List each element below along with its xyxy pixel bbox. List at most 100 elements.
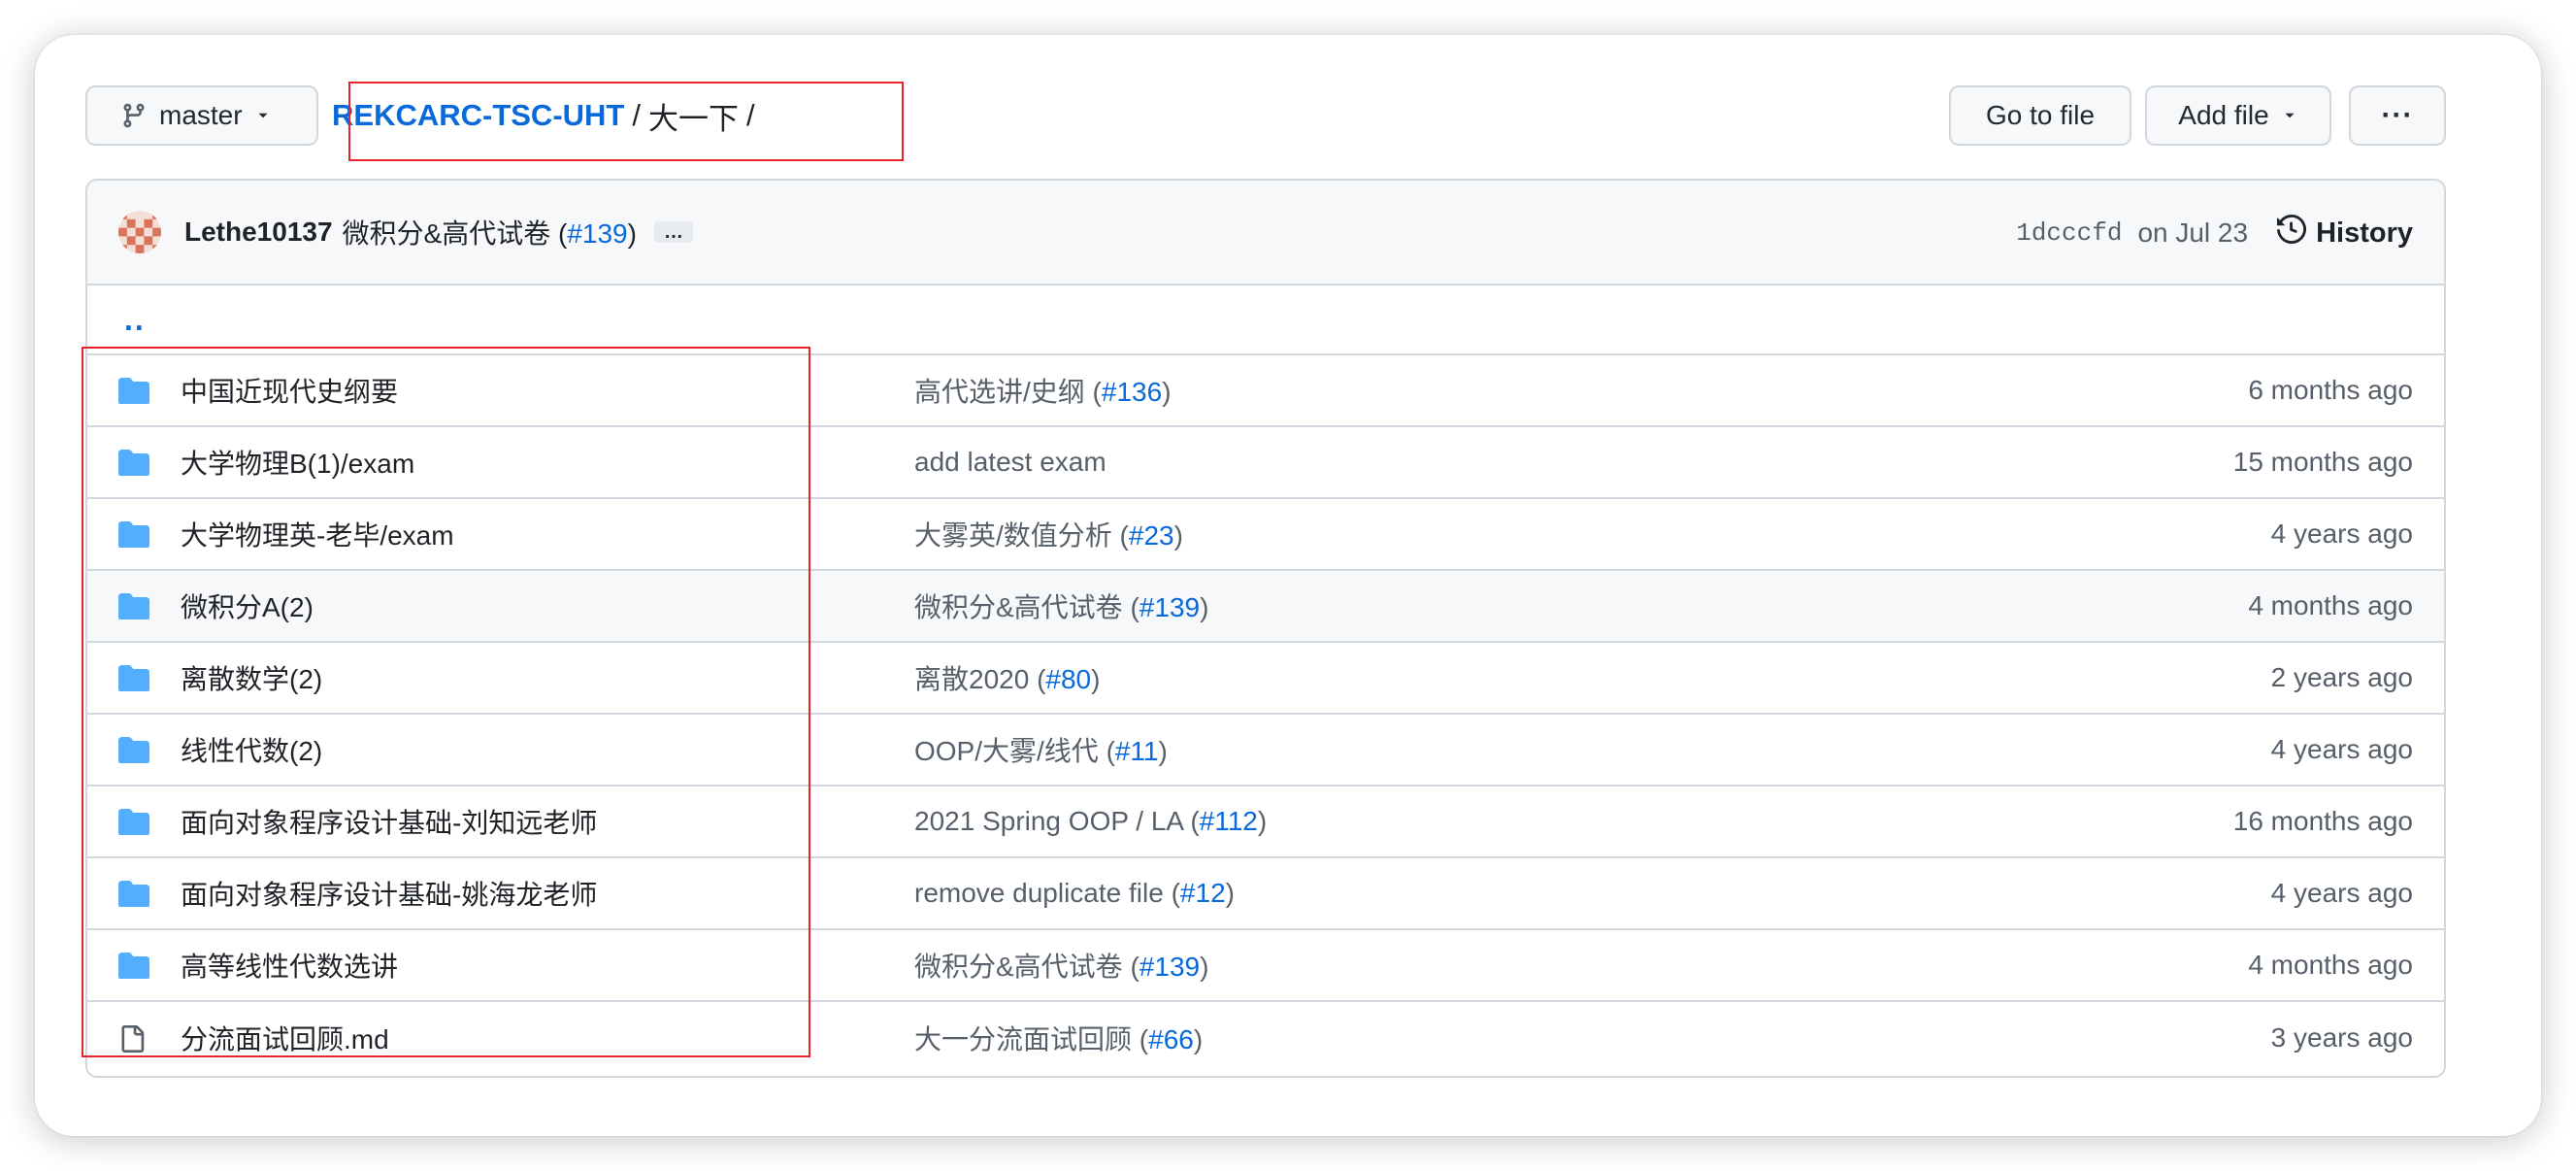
commit-message-link[interactable]: 微积分&高代试卷 (914, 952, 1123, 982)
table-row[interactable]: 线性代数(2) OOP/大雾/线代 (#11) 4 years ago (87, 715, 2444, 786)
file-list: 中国近现代史纲要 高代选讲/史纲 (#136) 6 months ago 大学物理B(… (87, 355, 2444, 1074)
avatar[interactable] (118, 211, 161, 253)
folder-icon (118, 592, 149, 626)
add-file-button[interactable]: Add file (2145, 85, 2331, 146)
kebab-horizontal-icon: ··· (2381, 99, 2414, 131)
paren-open: ( (1132, 1024, 1149, 1054)
paren-close: ) (627, 218, 637, 249)
last-modified-time: 16 months ago (2232, 806, 2413, 836)
file-name-link[interactable]: 大学物理英-老毕/exam (181, 515, 454, 553)
table-row[interactable]: 大学物理B(1)/exam add latest exam 15 months ag… (87, 427, 2444, 499)
table-row[interactable]: 分流面试回顾.md 大一分流面试回顾 (#66) 3 years ago (87, 1002, 2444, 1074)
history-icon (2277, 214, 2307, 251)
folder-icon (118, 377, 149, 411)
table-row[interactable]: 微积分A(2) 微积分&高代试卷 (#139) 4 months ago (87, 571, 2444, 643)
table-row[interactable]: 离散数学(2) 离散2020 (#80) 2 years ago (87, 643, 2444, 715)
commit-message: OOP/大雾/线代 (#11) (914, 730, 1168, 769)
file-name-link[interactable]: 中国近现代史纲要 (181, 371, 398, 410)
pr-link[interactable]: #66 (1148, 1024, 1194, 1054)
go-to-file-label: Go to file (1985, 100, 2096, 130)
parent-directory-link[interactable]: .. (87, 285, 2444, 355)
paren-open: ( (550, 218, 568, 249)
file-name-link[interactable]: 高等线性代数选讲 (181, 946, 398, 985)
last-modified-time: 4 months ago (2248, 590, 2413, 620)
paren-close: ) (1091, 664, 1101, 694)
branch-select-button[interactable]: master (85, 85, 318, 146)
commit-message: 微积分&高代试卷 (#139) (914, 946, 1208, 985)
breadcrumb-repo-link[interactable]: REKCARC-TSC-UHT (332, 98, 624, 133)
pr-link[interactable]: #80 (1045, 664, 1091, 694)
pr-link[interactable]: #112 (1200, 806, 1258, 836)
paren-open: ( (1163, 878, 1180, 908)
paren-close: ) (1162, 377, 1172, 407)
folder-icon (118, 736, 149, 770)
folder-icon (118, 952, 149, 986)
pr-link[interactable]: #23 (1129, 520, 1174, 551)
file-name-link[interactable]: 面向对象程序设计基础-姚海龙老师 (181, 874, 597, 913)
paren-close: ) (1200, 952, 1209, 982)
last-modified-time: 15 months ago (2232, 447, 2413, 477)
commit-author-link[interactable]: Lethe10137 (184, 217, 333, 248)
commit-message: 离散2020 (#80) (914, 658, 1100, 697)
pr-link[interactable]: #139 (1139, 592, 1200, 622)
commit-message-link[interactable]: 2021 Spring OOP / LA (914, 806, 1183, 836)
commit-meta: 1dcccfd on Jul 23 History (2016, 181, 2413, 285)
file-name-link[interactable]: 分流面试回顾.md (181, 1019, 389, 1057)
commit-message-link[interactable]: 高代选讲/史纲 (914, 377, 1085, 407)
commit-message-link[interactable]: 离散2020 (914, 664, 1029, 694)
paren-open: ( (1122, 592, 1139, 622)
commit-message-link[interactable]: 微积分&高代试卷 (914, 592, 1123, 622)
file-icon (118, 1023, 146, 1061)
commit-message: add latest exam (914, 447, 1106, 478)
go-to-file-button[interactable]: Go to file (1949, 85, 2131, 146)
commit-message-link[interactable]: 大雾英/数值分析 (914, 520, 1112, 551)
folder-icon (118, 880, 149, 914)
commit-message-link[interactable]: 大一分流面试回顾 (914, 1024, 1132, 1054)
pr-link[interactable]: #136 (1102, 377, 1162, 407)
file-name-link[interactable]: 微积分A(2) (181, 586, 314, 625)
caret-down-icon (2281, 107, 2298, 124)
table-row[interactable]: 中国近现代史纲要 高代选讲/史纲 (#136) 6 months ago (87, 355, 2444, 427)
folder-icon (118, 808, 149, 842)
paren-close: ) (1193, 1024, 1204, 1054)
commit-message: 大一分流面试回顾 (#66) (914, 1019, 1203, 1057)
last-modified-time: 4 months ago (2248, 950, 2413, 980)
top-bar: master REKCARC-TSC-UHT / 大一下 / Go to fil… (85, 85, 2446, 148)
paren-open: ( (1084, 377, 1102, 407)
file-name-link[interactable]: 离散数学(2) (181, 658, 322, 697)
more-options-button[interactable]: ··· (2349, 85, 2446, 146)
history-link[interactable]: History (2277, 214, 2413, 251)
git-branch-icon (120, 102, 148, 129)
pr-link[interactable]: #12 (1180, 878, 1226, 908)
commit-message: 微积分&高代试卷 (#139) (914, 586, 1208, 625)
commit-message-link[interactable]: add latest exam (914, 447, 1106, 477)
table-row[interactable]: 大学物理英-老毕/exam 大雾英/数值分析 (#23) 4 years ago (87, 499, 2444, 571)
last-modified-time: 4 years ago (2270, 734, 2413, 764)
table-row[interactable]: 面向对象程序设计基础-姚海龙老师 remove duplicate file (#… (87, 858, 2444, 930)
table-row[interactable]: 面向对象程序设计基础-刘知远老师 2021 Spring OOP / LA (#1… (87, 786, 2444, 858)
file-name-link[interactable]: 线性代数(2) (181, 730, 322, 769)
paren-close: ) (1200, 592, 1209, 622)
commit-message-link[interactable]: remove duplicate file (914, 878, 1164, 908)
folder-icon (118, 449, 149, 483)
commit-pr-link[interactable]: #139 (567, 218, 627, 249)
pr-link[interactable]: #11 (1115, 736, 1159, 766)
history-label: History (2316, 217, 2413, 249)
table-row[interactable]: 高等线性代数选讲 微积分&高代试卷 (#139) 4 months ago (87, 930, 2444, 1002)
file-name-link[interactable]: 大学物理B(1)/exam (181, 443, 414, 482)
commit-message: 2021 Spring OOP / LA (#112) (914, 806, 1267, 837)
commit-message-link[interactable]: 微积分&高代试卷 (343, 218, 551, 249)
commit-message-link[interactable]: OOP/大雾/线代 (914, 736, 1099, 766)
file-browser: Lethe10137 微积分&高代试卷 (#139) … 1dcccfd on … (85, 179, 2446, 1078)
commit-message: remove duplicate file (#12) (914, 878, 1235, 909)
paren-open: ( (1111, 520, 1129, 551)
commit-message: 高代选讲/史纲 (#136) (914, 371, 1172, 410)
file-name-link[interactable]: 面向对象程序设计基础-刘知远老师 (181, 802, 597, 841)
paren-close: ) (1173, 520, 1183, 551)
last-modified-time: 4 years ago (2270, 519, 2413, 549)
commit-date: on Jul 23 (2137, 217, 2249, 248)
expand-commit-message-button[interactable]: … (653, 221, 693, 243)
paren-open: ( (1122, 952, 1139, 982)
pr-link[interactable]: #139 (1139, 952, 1200, 982)
commit-sha-link[interactable]: 1dcccfd (2016, 218, 2122, 248)
